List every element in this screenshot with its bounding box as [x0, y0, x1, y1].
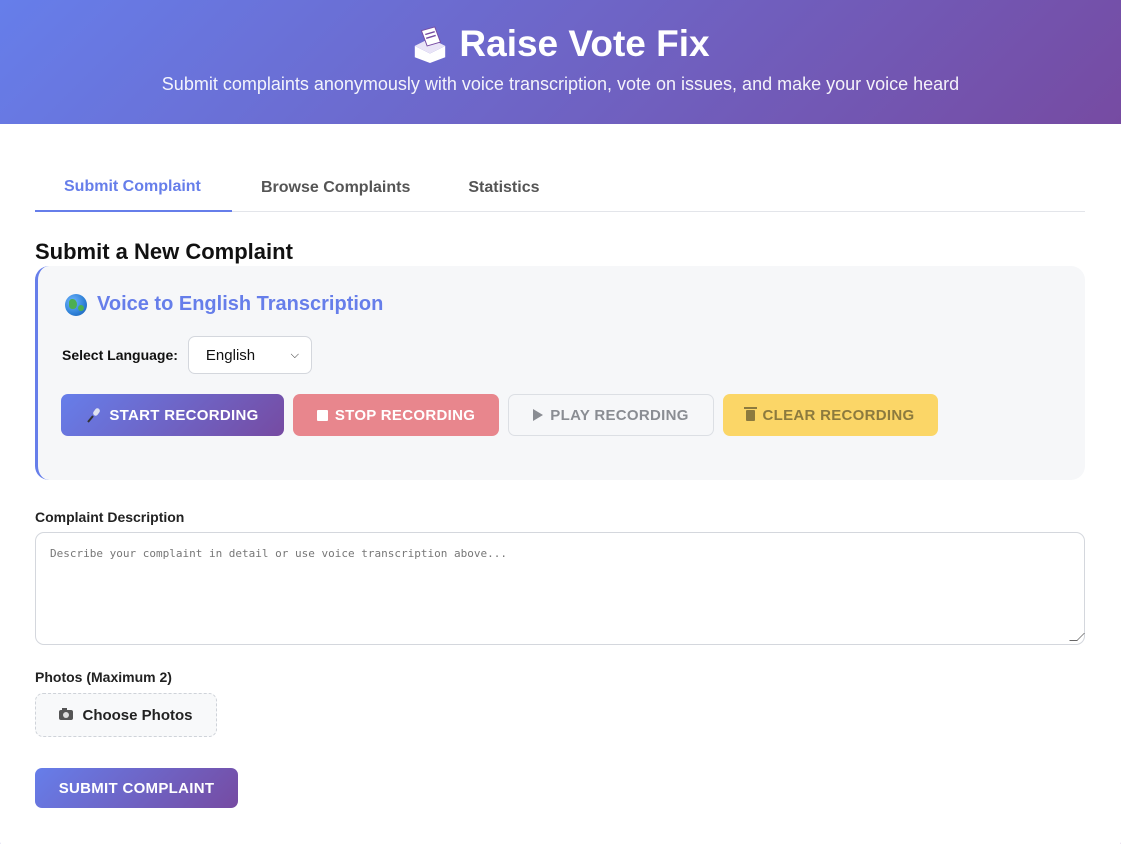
- choose-photos-button[interactable]: Choose Photos: [35, 693, 217, 737]
- description-textarea[interactable]: Describe your complaint in detail or use…: [35, 532, 1085, 645]
- choose-photos-label: Choose Photos: [82, 706, 193, 724]
- app-header: Raise Vote Fix Submit complaints anonymo…: [0, 0, 1121, 124]
- app-title-row: Raise Vote Fix: [0, 22, 1121, 66]
- stop-recording-label: STOP RECORDING: [334, 406, 476, 424]
- tab-submit-complaint[interactable]: Submit Complaint: [35, 164, 232, 212]
- voice-section-title: Voice to English Transcription: [97, 293, 384, 315]
- submit-complaint-button[interactable]: SUBMIT COMPLAINT: [35, 768, 238, 808]
- recording-controls: START RECORDING STOP RECORDING PLAY RECO…: [61, 394, 938, 436]
- language-label: Select Language:: [62, 347, 178, 363]
- voice-section-title-row: Voice to English Transcription: [65, 293, 383, 316]
- ballot-box-icon: [415, 26, 446, 63]
- trash-icon: [744, 406, 758, 421]
- chevron-down-icon: ⌵: [290, 348, 299, 361]
- app-subtitle: Submit complaints anonymously with voice…: [161, 74, 960, 94]
- voice-transcription-panel: Voice to English Transcription Select La…: [35, 266, 1085, 480]
- play-icon: [533, 409, 544, 421]
- language-row: Select Language: English ⌵: [62, 336, 312, 374]
- play-recording-label: PLAY RECORDING: [550, 406, 689, 424]
- photos-label: Photos (Maximum 2): [35, 669, 172, 685]
- tab-statistics[interactable]: Statistics: [439, 164, 568, 211]
- clear-recording-label: CLEAR RECORDING: [762, 406, 915, 424]
- resize-handle[interactable]: [1069, 633, 1085, 641]
- tab-browse-complaints[interactable]: Browse Complaints: [232, 164, 439, 211]
- app-title: Raise Vote Fix: [459, 23, 710, 64]
- stop-icon: [316, 409, 328, 421]
- camera-icon: [59, 708, 74, 720]
- microphone-icon: [87, 408, 101, 423]
- language-select[interactable]: English ⌵: [187, 336, 312, 374]
- form-title: Submit a New Complaint: [35, 239, 293, 264]
- main-panel: Submit Complaint Browse Complaints Stati…: [0, 124, 1121, 844]
- stop-recording-button[interactable]: STOP RECORDING: [293, 394, 499, 436]
- description-label: Complaint Description: [35, 509, 185, 525]
- start-recording-button[interactable]: START RECORDING: [61, 394, 284, 436]
- description-placeholder: Describe your complaint in detail or use…: [50, 547, 507, 560]
- globe-icon: [65, 293, 87, 316]
- start-recording-label: START RECORDING: [109, 406, 259, 424]
- tab-bar: Submit Complaint Browse Complaints Stati…: [35, 164, 1085, 212]
- clear-recording-button[interactable]: CLEAR RECORDING: [723, 394, 938, 436]
- play-recording-button[interactable]: PLAY RECORDING: [508, 394, 714, 436]
- language-selected-value: English: [205, 346, 256, 364]
